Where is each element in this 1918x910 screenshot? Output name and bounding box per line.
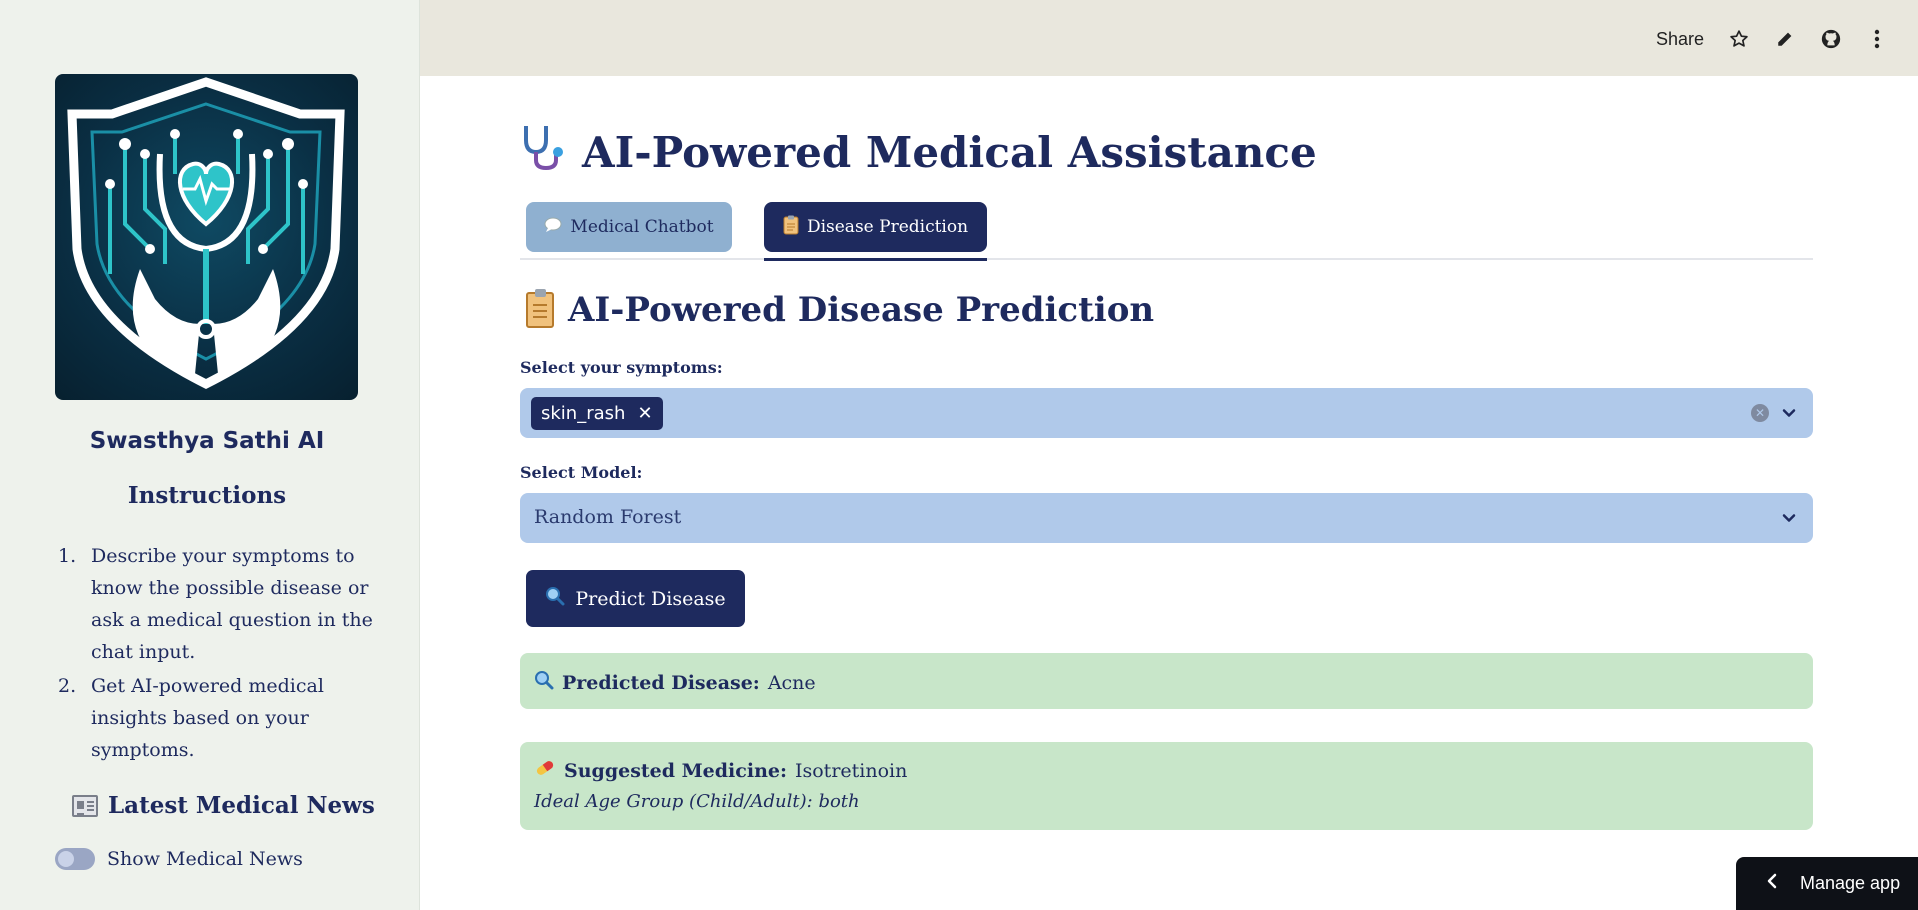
chevron-left-icon bbox=[1766, 873, 1778, 894]
news-toggle[interactable] bbox=[55, 848, 95, 870]
model-select[interactable]: Random Forest bbox=[520, 493, 1813, 543]
share-button[interactable]: Share bbox=[1656, 29, 1704, 50]
pill-icon bbox=[534, 758, 556, 783]
instructions-title: Instructions bbox=[127, 482, 287, 509]
tab-bar: Medical Chatbot Disease Prediction bbox=[520, 202, 1813, 261]
newspaper-icon bbox=[72, 794, 98, 817]
symptom-chip: skin_rash ✕ bbox=[531, 397, 663, 430]
prediction-line: Predicted Disease: Acne bbox=[534, 670, 1799, 695]
model-label: Select Model: bbox=[520, 463, 643, 482]
top-header: Share bbox=[420, 0, 1918, 76]
more-vertical-icon[interactable] bbox=[1866, 28, 1888, 50]
instructions-list: 1. Describe your symptoms to know the po… bbox=[58, 540, 388, 768]
news-toggle-row[interactable]: Show Medical News bbox=[55, 848, 303, 870]
medicine-label: Suggested Medicine: bbox=[564, 759, 787, 782]
news-title-text: Latest Medical News bbox=[108, 792, 375, 819]
predict-disease-button[interactable]: Predict Disease bbox=[526, 570, 745, 627]
news-toggle-label: Show Medical News bbox=[107, 848, 303, 870]
sidebar: Swasthya Sathi AI Instructions 1. Descri… bbox=[0, 0, 420, 910]
speech-bubble-icon bbox=[544, 217, 562, 238]
clear-all-icon[interactable]: ✕ bbox=[1751, 404, 1769, 422]
prediction-result: Predicted Disease: Acne bbox=[520, 653, 1813, 709]
age-group-text: Ideal Age Group (Child/Adult): both bbox=[534, 791, 860, 812]
active-tab-indicator bbox=[764, 258, 987, 261]
clipboard-icon bbox=[783, 215, 799, 240]
list-item: 1. Describe your symptoms to know the po… bbox=[58, 540, 388, 668]
list-item-text: Get AI-powered medical insights based on… bbox=[91, 675, 324, 761]
list-item-number: 1. bbox=[58, 545, 77, 567]
tab-medical-chatbot[interactable]: Medical Chatbot bbox=[526, 202, 732, 252]
section-title: AI-Powered Disease Prediction bbox=[526, 289, 1155, 330]
header-actions: Share bbox=[1656, 28, 1888, 50]
symptoms-multiselect[interactable]: skin_rash ✕ ✕ bbox=[520, 388, 1813, 438]
stethoscope-icon bbox=[520, 122, 568, 182]
remove-chip-icon[interactable]: ✕ bbox=[637, 404, 652, 423]
magnifier-icon bbox=[534, 670, 554, 695]
star-icon[interactable] bbox=[1728, 28, 1750, 50]
section-title-text: AI-Powered Disease Prediction bbox=[568, 290, 1155, 330]
magnifier-icon bbox=[545, 586, 565, 611]
manage-app-button[interactable]: Manage app bbox=[1736, 857, 1918, 910]
app-logo bbox=[55, 74, 358, 400]
symptoms-label: Select your symptoms: bbox=[520, 358, 723, 377]
medicine-line: Suggested Medicine: Isotretinoin bbox=[534, 758, 1799, 783]
predict-button-label: Predict Disease bbox=[575, 587, 726, 610]
chevron-down-icon[interactable] bbox=[1779, 508, 1799, 528]
news-title: Latest Medical News bbox=[72, 792, 375, 819]
medicine-result: Suggested Medicine: Isotretinoin Ideal A… bbox=[520, 742, 1813, 830]
app-name: Swasthya Sathi AI bbox=[89, 428, 325, 454]
list-item: 2. Get AI-powered medical insights based… bbox=[58, 670, 388, 766]
page-title-text: AI-Powered Medical Assistance bbox=[582, 127, 1317, 177]
symptom-chip-label: skin_rash bbox=[541, 403, 626, 424]
tab-disease-prediction[interactable]: Disease Prediction bbox=[764, 202, 987, 252]
list-item-number: 2. bbox=[58, 675, 77, 697]
tab-label: Medical Chatbot bbox=[570, 217, 714, 237]
list-item-text: Describe your symptoms to know the possi… bbox=[91, 545, 373, 663]
page-title: AI-Powered Medical Assistance bbox=[520, 122, 1317, 182]
github-icon[interactable] bbox=[1820, 28, 1842, 50]
prediction-label: Predicted Disease: bbox=[562, 671, 760, 694]
manage-app-label: Manage app bbox=[1800, 873, 1901, 893]
model-select-value: Random Forest bbox=[534, 506, 682, 528]
pencil-icon[interactable] bbox=[1774, 28, 1796, 50]
prediction-value: Acne bbox=[767, 671, 816, 694]
tab-label: Disease Prediction bbox=[806, 217, 969, 237]
chevron-down-icon[interactable] bbox=[1779, 403, 1799, 423]
medicine-value: Isotretinoin bbox=[794, 759, 908, 782]
clipboard-icon bbox=[526, 289, 554, 328]
